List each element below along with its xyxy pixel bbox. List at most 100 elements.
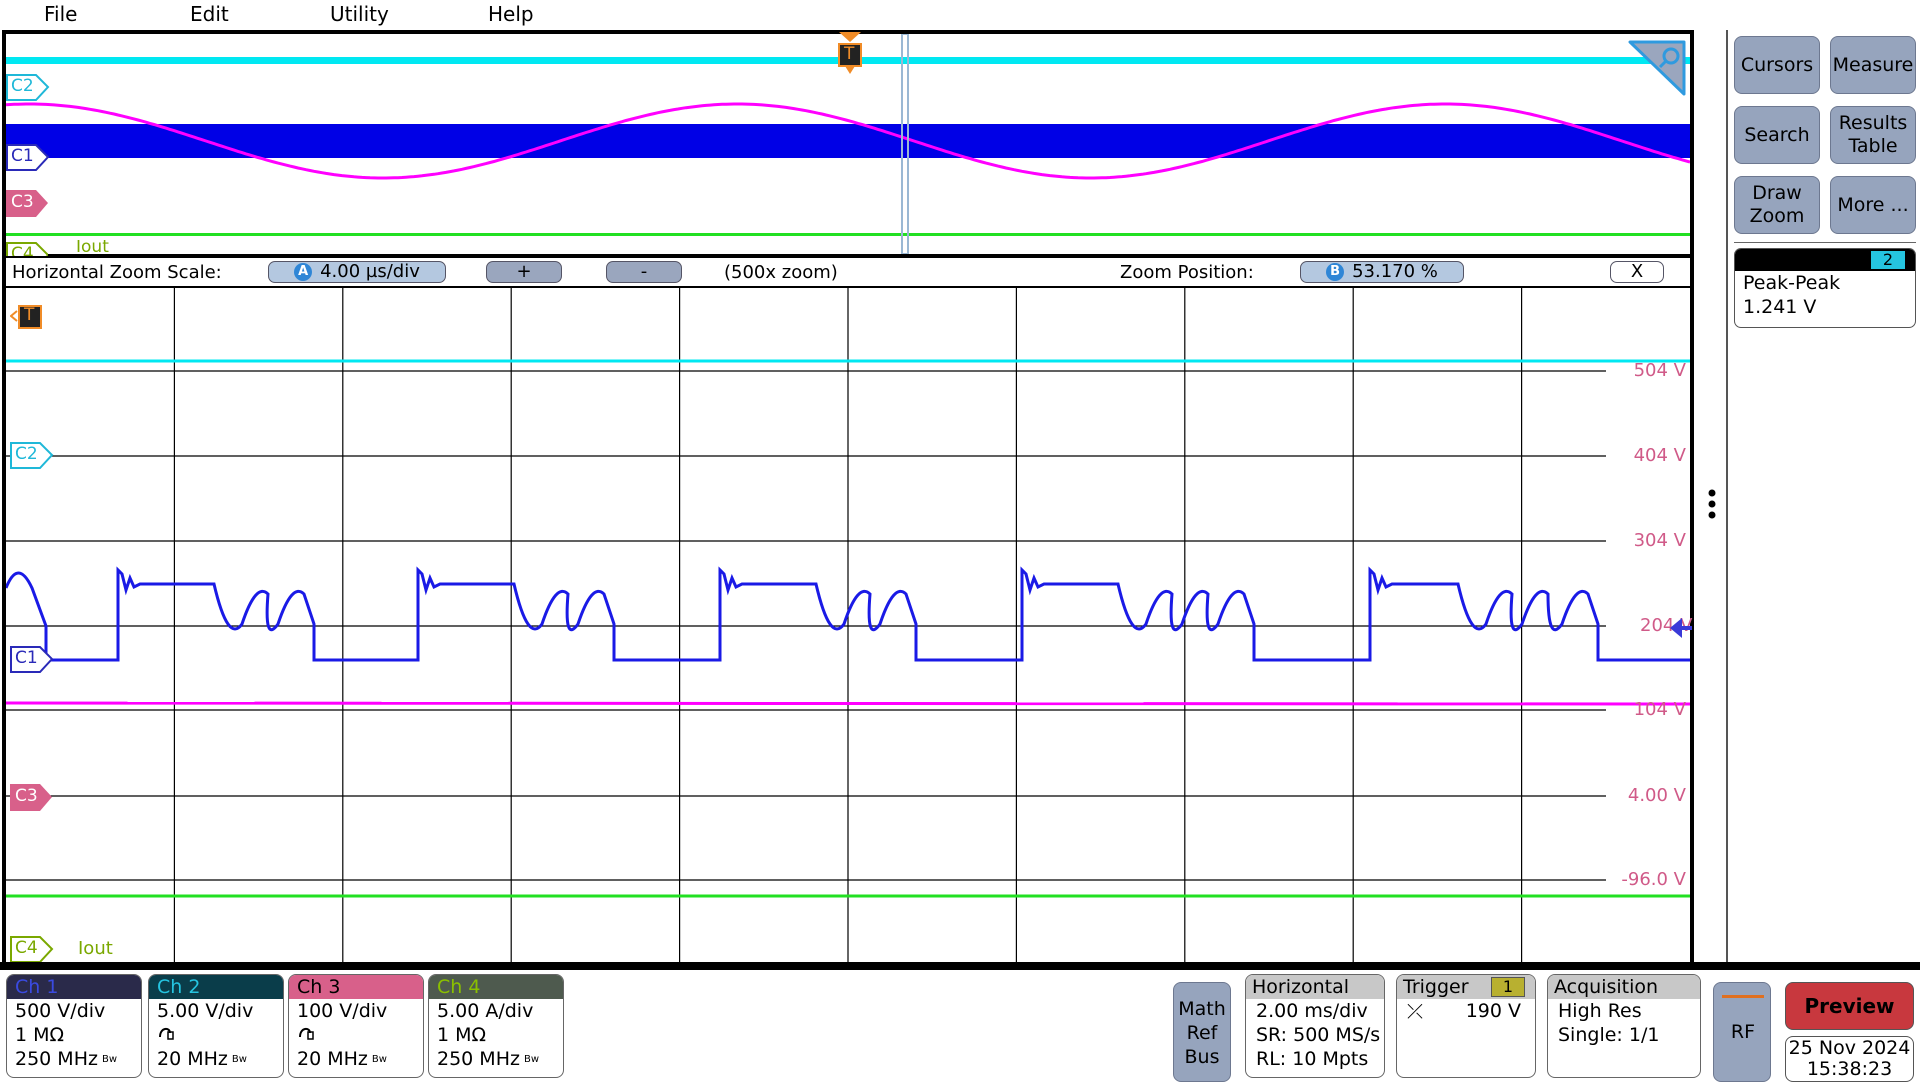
zoom-position-label: Zoom Position: bbox=[1120, 262, 1254, 283]
horizontal-scale: 2.00 ms/div bbox=[1256, 1000, 1368, 1022]
menu-help[interactable]: Help bbox=[488, 2, 534, 26]
ch3-badge-title: Ch 3 bbox=[289, 975, 423, 999]
datetime-display[interactable]: 25 Nov 2024 15:38:23 bbox=[1785, 1036, 1914, 1082]
ch1-termination: 1 MΩ bbox=[15, 1024, 65, 1046]
search-button[interactable]: Search bbox=[1734, 106, 1820, 164]
horizontal-badge[interactable]: Horizontal 2.00 ms/div SR: 500 MS/s RL: … bbox=[1245, 974, 1385, 1078]
overview-trigger-marker[interactable]: T bbox=[838, 32, 862, 78]
ch2-bandwidth: 20 MHz bbox=[157, 1048, 228, 1070]
ch4-termination: 1 MΩ bbox=[437, 1024, 487, 1046]
zoom-position-control[interactable]: B 53.170 % bbox=[1300, 261, 1464, 283]
bandwidth-limit-icon: Bw bbox=[371, 1053, 387, 1065]
menu-bar: File Edit Utility Help bbox=[0, 0, 1920, 30]
trigger-source-badge: 1 bbox=[1491, 977, 1525, 997]
acquisition-state: Single: 1/1 bbox=[1558, 1024, 1660, 1046]
overview-ch1-trace bbox=[6, 124, 1690, 158]
settings-bar: Ch 1 500 V/div 1 MΩ 250 MHz Bw Ch 2 5.00 … bbox=[0, 962, 1920, 1082]
acquisition-title: Acquisition bbox=[1548, 975, 1700, 999]
more-button[interactable]: More ... bbox=[1830, 176, 1916, 234]
preview-button[interactable]: Preview bbox=[1785, 982, 1914, 1030]
acquisition-mode: High Res bbox=[1558, 1000, 1642, 1022]
cursors-button[interactable]: Cursors bbox=[1734, 36, 1820, 94]
knob-a-badge: A bbox=[294, 263, 313, 281]
zoom-ch3-trace bbox=[6, 701, 1690, 706]
overview-c3-marker[interactable]: C3 bbox=[6, 190, 48, 217]
scale-label: 404 V bbox=[1633, 445, 1686, 466]
rf-button[interactable]: RF bbox=[1713, 982, 1771, 1082]
edge-trigger-icon: ⤫ bbox=[1407, 999, 1423, 1023]
zoom-scale-value: 4.00 µs/div bbox=[320, 261, 420, 282]
bus-label: Bus bbox=[1184, 1046, 1220, 1068]
measure-button[interactable]: Measure bbox=[1830, 36, 1916, 94]
measurement-badge-peak-peak[interactable]: 2 Peak-Peak 1.241 V bbox=[1734, 248, 1916, 328]
trigger-badge[interactable]: Trigger 1 ⤫ 190 V bbox=[1396, 974, 1536, 1078]
zoom-waveform[interactable]: T C2 C1 C3 C4 Iout 504 V 404 V 304 V 204… bbox=[2, 288, 1694, 968]
knob-b-badge: B bbox=[1326, 263, 1345, 281]
menu-utility[interactable]: Utility bbox=[330, 2, 389, 26]
zoom-c4-marker[interactable]: C4 bbox=[10, 936, 54, 963]
record-length: RL: 10 Mpts bbox=[1256, 1048, 1369, 1070]
overview-c4-marker[interactable]: C4 bbox=[6, 242, 48, 256]
menu-file[interactable]: File bbox=[44, 2, 77, 26]
scale-label: 304 V bbox=[1633, 530, 1686, 551]
panel-toggle-handle[interactable] bbox=[1706, 488, 1718, 522]
zoom-c2-marker[interactable]: C2 bbox=[10, 442, 54, 469]
zoom-toolbar: Horizontal Zoom Scale: A 4.00 µs/div + - … bbox=[2, 258, 1694, 288]
date: 25 Nov 2024 bbox=[1788, 1037, 1911, 1059]
divider bbox=[1734, 242, 1916, 243]
ch3-scale: 100 V/div bbox=[297, 1000, 388, 1022]
zoom-trigger-marker[interactable]: T bbox=[9, 305, 42, 329]
probe-icon bbox=[299, 1027, 314, 1040]
draw-zoom-button[interactable]: Draw Zoom bbox=[1734, 176, 1820, 234]
trigger-level: 190 V bbox=[1465, 1000, 1521, 1022]
rf-label: RF bbox=[1730, 1021, 1756, 1043]
math-label: Math bbox=[1178, 998, 1226, 1020]
scale-label: 504 V bbox=[1633, 360, 1686, 381]
ch2-badge[interactable]: Ch 2 5.00 V/div 20 MHz Bw bbox=[148, 974, 284, 1078]
scale-label: 4.00 V bbox=[1627, 785, 1686, 806]
measurement-value: 1.241 V bbox=[1743, 296, 1817, 318]
menu-edit[interactable]: Edit bbox=[190, 2, 229, 26]
acquisition-badge[interactable]: Acquisition High Res Single: 1/1 bbox=[1547, 974, 1701, 1078]
overview-c1-marker[interactable]: C1 bbox=[6, 144, 50, 171]
trigger-label: T bbox=[844, 44, 855, 64]
ch4-bandwidth: 250 MHz bbox=[437, 1048, 520, 1070]
ch2-scale: 5.00 V/div bbox=[157, 1000, 254, 1022]
trigger-label: T bbox=[24, 305, 35, 325]
ch3-bandwidth: 20 MHz bbox=[297, 1048, 368, 1070]
ch3-badge[interactable]: Ch 3 100 V/div 20 MHz Bw bbox=[288, 974, 424, 1078]
math-ref-bus-button[interactable]: Math Ref Bus bbox=[1173, 982, 1231, 1082]
ch1-badge[interactable]: Ch 1 500 V/div 1 MΩ 250 MHz Bw bbox=[6, 974, 142, 1078]
zoom-scale-control[interactable]: A 4.00 µs/div bbox=[268, 261, 446, 283]
results-table-button[interactable]: Results Table bbox=[1830, 106, 1916, 164]
close-zoom-button[interactable]: X bbox=[1610, 261, 1664, 283]
sample-rate: SR: 500 MS/s bbox=[1256, 1024, 1381, 1046]
ref-label: Ref bbox=[1186, 1022, 1218, 1044]
zoom-c3-marker[interactable]: C3 bbox=[10, 784, 52, 811]
overview-ch4-trace bbox=[6, 233, 1690, 236]
overview-c4-label: Iout bbox=[76, 240, 109, 254]
zoom-factor: (500x zoom) bbox=[724, 262, 838, 283]
bandwidth-limit-icon: Bw bbox=[523, 1053, 540, 1065]
ch1-level-arrow-icon[interactable] bbox=[1670, 616, 1692, 640]
ch1-bandwidth: 250 MHz bbox=[15, 1048, 98, 1070]
ch1-badge-title: Ch 1 bbox=[7, 975, 141, 999]
zoom-corner-handle[interactable] bbox=[1628, 40, 1688, 96]
zoom-c4-label: Iout bbox=[78, 938, 113, 959]
rf-indicator bbox=[1722, 995, 1764, 998]
zoom-c1-marker[interactable]: C1 bbox=[10, 646, 54, 673]
measurement-name: Peak-Peak bbox=[1743, 272, 1841, 294]
ch4-scale: 5.00 A/div bbox=[437, 1000, 534, 1022]
zoom-out-button[interactable]: - bbox=[606, 261, 682, 283]
ch2-badge-title: Ch 2 bbox=[149, 975, 283, 999]
trigger-title: Trigger bbox=[1403, 976, 1469, 998]
zoom-scale-label: Horizontal Zoom Scale: bbox=[12, 262, 222, 283]
overview-waveform[interactable]: T C2 C1 C3 C4 Iout bbox=[2, 30, 1694, 258]
overview-c2-marker[interactable]: C2 bbox=[6, 74, 50, 101]
bandwidth-limit-icon: Bw bbox=[231, 1053, 247, 1065]
ch4-badge[interactable]: Ch 4 5.00 A/div 1 MΩ 250 MHz Bw bbox=[428, 974, 564, 1078]
scale-label: -96.0 V bbox=[1621, 869, 1686, 890]
zoom-graticule-and-traces bbox=[6, 288, 1690, 964]
horizontal-title: Horizontal bbox=[1246, 975, 1384, 999]
zoom-in-button[interactable]: + bbox=[486, 261, 562, 283]
